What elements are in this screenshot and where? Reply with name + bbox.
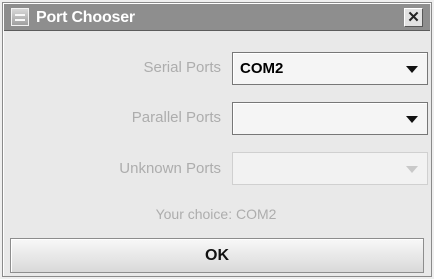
chevron-down-icon <box>406 116 418 123</box>
window-icon <box>11 8 29 26</box>
serial-ports-label: Serial Ports <box>143 59 221 76</box>
window-title: Port Chooser <box>36 9 135 26</box>
parallel-ports-label: Parallel Ports <box>131 109 221 126</box>
chevron-down-icon <box>406 66 418 73</box>
unknown-ports-label: Unknown Ports <box>119 160 221 177</box>
close-icon[interactable]: ✕ <box>404 8 423 27</box>
title-bar[interactable]: Port Chooser ✕ <box>4 4 430 31</box>
serial-ports-dropdown[interactable]: COM2 <box>232 52 428 85</box>
unknown-ports-dropdown[interactable] <box>232 152 428 185</box>
parallel-ports-dropdown[interactable] <box>232 102 428 135</box>
ok-button[interactable]: OK <box>10 238 424 273</box>
choice-status: Your choice: COM2 <box>155 206 277 222</box>
port-chooser-window: Port Chooser ✕ Serial Ports COM2 Paralle… <box>2 2 432 277</box>
chevron-down-icon <box>406 166 418 173</box>
serial-ports-selected-value: COM2 <box>240 60 284 77</box>
